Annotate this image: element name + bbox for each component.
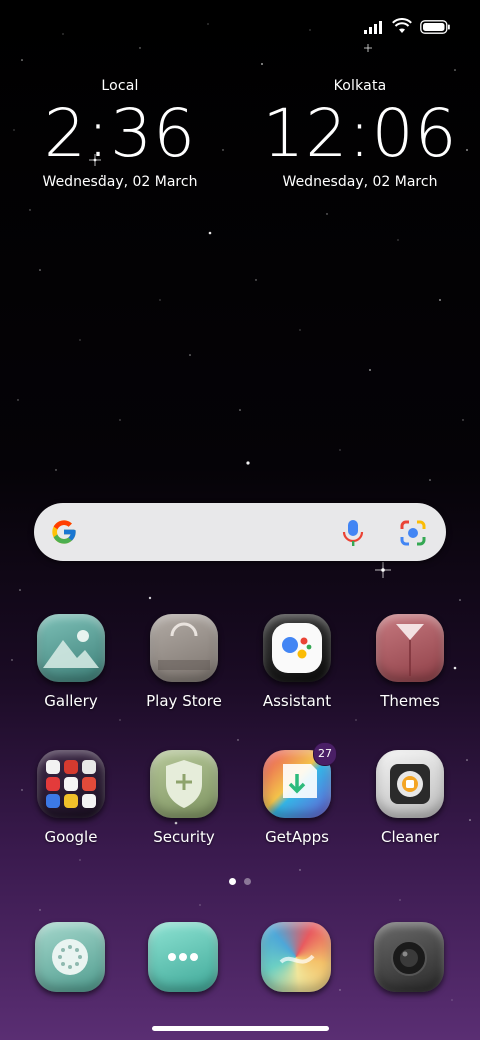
- play-store-bag-icon: [150, 614, 218, 682]
- status-bar: [364, 16, 450, 40]
- signal-icon: [364, 19, 384, 38]
- clock-time: 12:06: [262, 95, 458, 172]
- dock-camera[interactable]: [354, 922, 464, 992]
- app-label: Security: [153, 828, 215, 846]
- browser-icon: [261, 922, 331, 992]
- clock-date: Wednesday, 02 March: [282, 174, 438, 190]
- app-security[interactable]: Security: [129, 750, 239, 846]
- gallery-icon: [37, 614, 105, 682]
- assistant-icon: [263, 614, 331, 682]
- app-label: Gallery: [44, 692, 98, 710]
- clock-city-label: Local: [101, 78, 139, 94]
- google-folder-icon: [37, 750, 105, 818]
- home-gesture-bar[interactable]: [152, 1026, 329, 1031]
- app-label: Themes: [380, 692, 440, 710]
- app-label: Cleaner: [381, 828, 439, 846]
- app-label: Assistant: [262, 692, 332, 710]
- dock-phone[interactable]: [15, 922, 125, 992]
- google-g-icon: [50, 518, 78, 550]
- battery-icon: [420, 19, 450, 38]
- kolkata-clock-widget[interactable]: Kolkata 12:06 Wednesday, 02 March: [260, 78, 460, 190]
- local-clock-widget[interactable]: Local 2:36 Wednesday, 02 March: [20, 78, 220, 190]
- app-label: Google: [44, 828, 98, 846]
- app-getapps[interactable]: 27 GetApps: [242, 742, 352, 846]
- app-label: GetApps: [265, 828, 329, 846]
- phone-dialer-icon: [35, 922, 105, 992]
- camera-icon: [374, 922, 444, 992]
- app-gallery[interactable]: Gallery: [16, 614, 126, 710]
- app-themes[interactable]: Themes: [355, 614, 465, 710]
- cleaner-icon: [376, 750, 444, 818]
- clock-time: 2:36: [43, 95, 197, 172]
- wifi-icon: [392, 18, 412, 38]
- microphone-icon[interactable]: [342, 519, 364, 551]
- clock-date: Wednesday, 02 March: [42, 174, 198, 190]
- app-assistant[interactable]: Assistant: [242, 614, 352, 710]
- messages-icon: [148, 922, 218, 992]
- lens-camera-icon[interactable]: [399, 519, 427, 551]
- page-indicator: [0, 878, 480, 885]
- dock-messages[interactable]: [128, 922, 238, 992]
- folder-google[interactable]: Google: [16, 750, 126, 846]
- getapps-icon: 27: [263, 742, 337, 818]
- page-dot-current: [229, 878, 236, 885]
- page-dot: [244, 878, 251, 885]
- app-label: Play Store: [146, 692, 222, 710]
- dock-browser[interactable]: [241, 922, 351, 992]
- security-shield-icon: [150, 750, 218, 818]
- app-play-store[interactable]: Play Store: [129, 614, 239, 710]
- google-search-bar[interactable]: [34, 503, 446, 561]
- themes-shirt-icon: [376, 614, 444, 682]
- app-cleaner[interactable]: Cleaner: [355, 750, 465, 846]
- clock-city-label: Kolkata: [333, 78, 387, 94]
- notification-badge: 27: [313, 742, 337, 766]
